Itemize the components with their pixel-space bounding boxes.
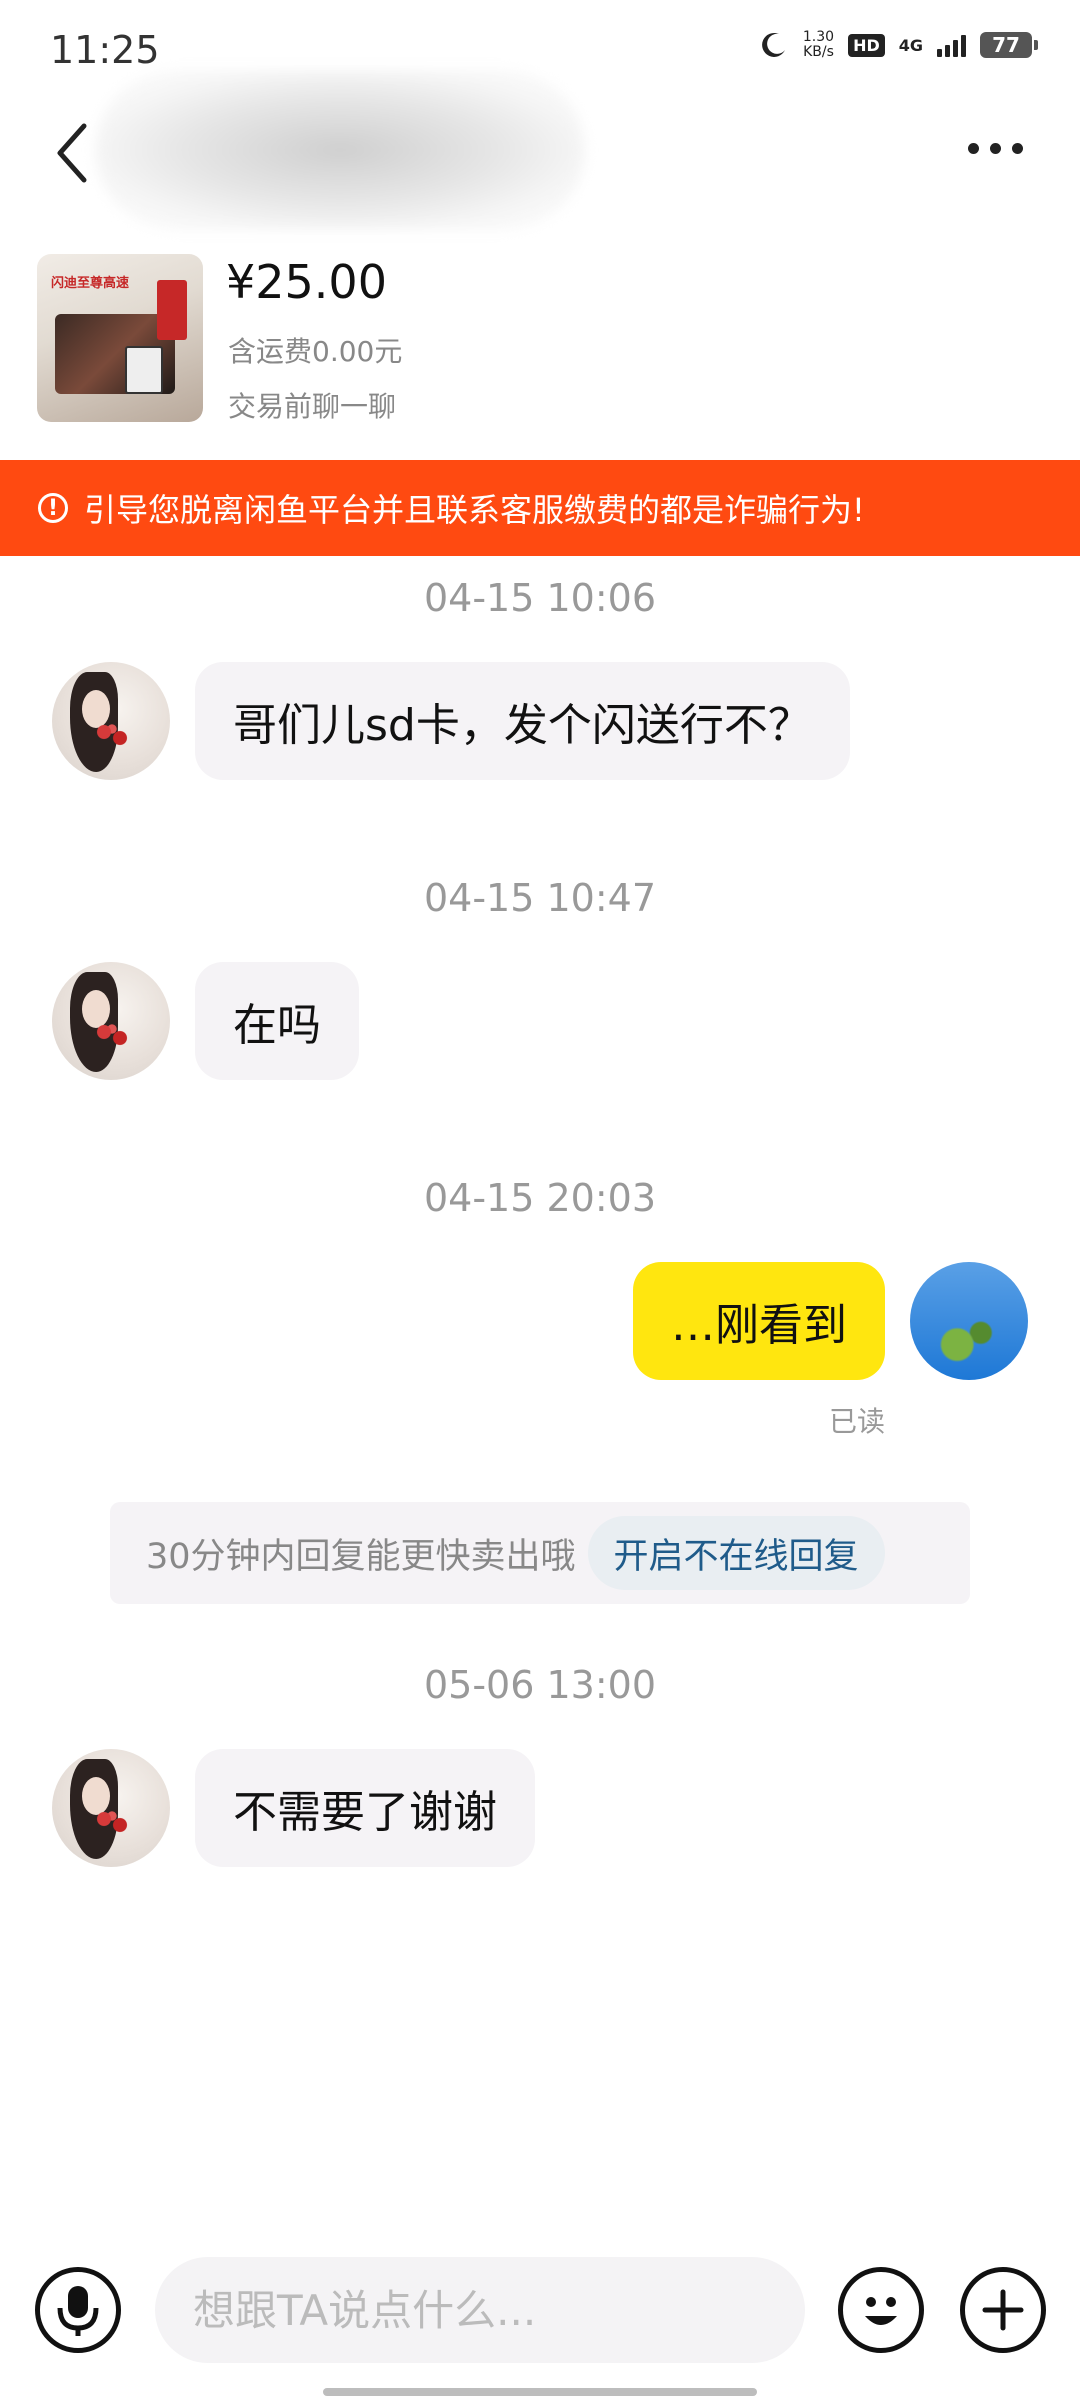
battery-level: 77: [992, 33, 1020, 57]
reply-tip-text: 30分钟内回复能更快卖出哦: [146, 1536, 576, 1577]
status-icons: 1.30 KB/s HD 4G 77: [759, 30, 1038, 60]
back-button[interactable]: [48, 118, 98, 188]
reply-tip-banner: 30分钟内回复能更快卖出哦 开启不在线回复: [110, 1502, 970, 1604]
warning-icon: !: [38, 493, 68, 523]
thumb-sd-card-shape: [157, 280, 187, 340]
seller-avatar[interactable]: [52, 662, 170, 780]
speed-unit: KB/s: [803, 44, 834, 60]
seller-avatar[interactable]: [52, 1749, 170, 1867]
product-thumbnail[interactable]: 闪迪至尊高速: [37, 254, 203, 422]
message-timestamp: 04-15 20:03: [423, 1176, 656, 1220]
warning-text: 引导您脱离闲鱼平台并且联系客服缴费的都是诈骗行为!: [84, 491, 865, 529]
hd-badge: HD: [848, 33, 885, 57]
plus-button[interactable]: [960, 2267, 1046, 2353]
battery-icon: 77: [980, 32, 1038, 58]
voice-button[interactable]: [35, 2267, 121, 2353]
message-timestamp: 04-15 10:47: [423, 876, 656, 920]
message-timestamp: 05-06 13:00: [423, 1663, 656, 1707]
speed-value: 1.30: [802, 29, 835, 45]
microphone-icon: [57, 2286, 99, 2336]
message-timestamp: 04-15 10:06: [423, 576, 656, 620]
emoji-button[interactable]: [838, 2267, 924, 2353]
enable-offline-reply-button[interactable]: 开启不在线回复: [587, 1516, 885, 1590]
seller-avatar[interactable]: [52, 962, 170, 1080]
more-dot: [968, 143, 979, 154]
signal-icon: [937, 33, 966, 57]
chat-title-blurred: [95, 70, 585, 230]
fraud-warning-banner: ! 引导您脱离闲鱼平台并且联系客服缴费的都是诈骗行为!: [0, 460, 1080, 556]
network-speed: 1.30 KB/s: [803, 30, 834, 60]
network-type: 4G: [898, 35, 923, 55]
my-avatar[interactable]: [910, 1262, 1028, 1380]
more-button[interactable]: [968, 143, 1023, 154]
chevron-left-icon: [57, 123, 87, 183]
message-bubble-incoming[interactable]: 不需要了谢谢: [195, 1749, 535, 1867]
message-bubble-incoming[interactable]: 在吗: [195, 962, 359, 1080]
product-chat-hint: 交易前聊一聊: [228, 390, 397, 423]
moon-icon: [762, 32, 785, 57]
status-time: 11:25: [50, 28, 160, 72]
product-price[interactable]: ¥25.00: [226, 255, 387, 309]
message-bubble-incoming[interactable]: 哥们儿sd卡，发个闪送行不？: [195, 662, 850, 780]
emoji-icon: [865, 2297, 897, 2325]
home-indicator[interactable]: [323, 2388, 757, 2396]
message-input[interactable]: [155, 2257, 805, 2363]
thumb-sd-card-shape: [125, 346, 163, 394]
more-dot: [1012, 143, 1023, 154]
more-dot: [990, 143, 1001, 154]
thumb-brand-text: 闪迪至尊高速: [51, 276, 130, 291]
product-shipping: 含运费0.00元: [228, 335, 403, 368]
plus-icon: [982, 2289, 1024, 2331]
message-bubble-outgoing[interactable]: …刚看到: [633, 1262, 885, 1380]
read-status: 已读: [828, 1405, 885, 1438]
